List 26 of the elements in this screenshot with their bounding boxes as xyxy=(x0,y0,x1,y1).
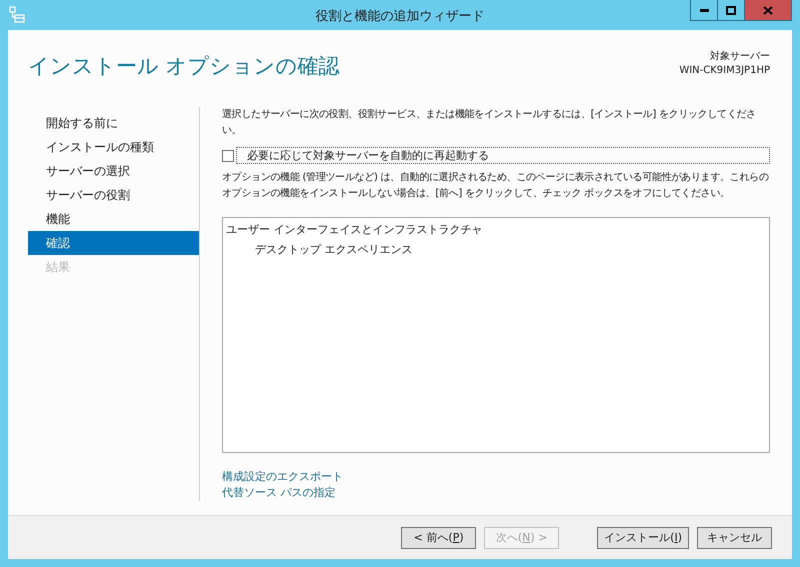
cancel-button[interactable]: キャンセル xyxy=(697,526,772,548)
close-icon xyxy=(763,6,773,14)
page-title: インストール オプションの確認 xyxy=(28,53,341,80)
feature-item: デスクトップ エクスペリエンス xyxy=(255,242,414,257)
window-title: 役割と機能の追加ウィザード xyxy=(316,9,484,24)
wizard-step[interactable]: 機能 xyxy=(28,207,199,231)
minimize-icon xyxy=(700,8,708,12)
restart-checkbox-label[interactable]: 必要に応じて対象サーバーを自動的に再起動する xyxy=(236,147,770,164)
feature-item: ユーザー インターフェイスとインフラストラクチャ xyxy=(226,222,484,237)
server-manager-icon xyxy=(8,6,26,24)
wizard-step[interactable]: 確認 xyxy=(28,231,199,255)
wizard-step[interactable]: 開始する前に xyxy=(28,111,199,135)
target-server-label: 対象サーバー xyxy=(709,50,770,62)
note-text: オプションの機能 (管理ツールなど) は、自動的に選択されるため、このページに表示されている可能性があります。これらのオプションの機能をインストールしない場合は、[前へ] をクリックして、チェック ボックスをオフにしてください。 xyxy=(222,170,770,201)
back-button[interactable]: < 前へ(P) xyxy=(401,526,476,548)
link[interactable]: 代替ソース パスの指定 xyxy=(222,485,336,501)
restart-checkbox[interactable] xyxy=(222,150,234,162)
install-button[interactable]: インストール(I) xyxy=(597,526,689,548)
wizard-step[interactable]: サーバーの役割 xyxy=(28,183,199,207)
wizard-step[interactable]: サーバーの選択 xyxy=(28,159,199,183)
instruction-text: 選択したサーバーに次の役割、役割サービス、または機能をインストールするには、[インストール] をクリックしてください。 xyxy=(222,108,757,138)
link[interactable]: 構成設定のエクスポート xyxy=(222,469,343,485)
close-button[interactable] xyxy=(745,0,791,20)
maximize-icon xyxy=(726,6,736,14)
target-server-name: WIN-CK9IM3JP1HP xyxy=(679,64,770,76)
wizard-step[interactable]: インストールの種類 xyxy=(28,135,199,159)
